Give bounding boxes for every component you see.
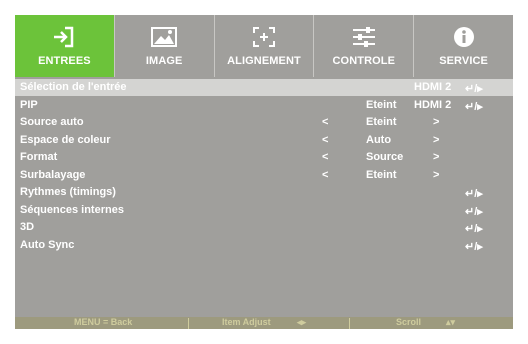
menu-item-value: Eteint [366,168,397,181]
menu-item-source-auto[interactable]: Source auto < Eteint > [15,114,513,131]
input-icon [15,25,114,49]
menu-item-label: Rythmes (timings) [20,186,116,198]
menu-item-value: Eteint [366,98,397,111]
menu-item-3d[interactable]: 3D ↵/▸ [15,219,513,236]
image-icon [115,25,214,49]
tab-alignement[interactable]: ALIGNEMENT [214,15,315,77]
info-icon [414,25,513,49]
tab-image[interactable]: IMAGE [114,15,215,77]
right-arrow-icon[interactable]: > [433,169,439,181]
up-down-arrows-icon: ▴▾ [446,317,456,327]
tab-label: SERVICE [439,55,488,67]
left-right-arrows-icon: ◂▸ [297,317,307,327]
menu-item-label: Espace de coleur [20,133,111,146]
alignment-icon [215,25,314,49]
left-arrow-icon[interactable]: < [322,134,328,146]
menu-item-espace-coleur[interactable]: Espace de coleur < Auto > [15,132,513,149]
tab-service[interactable]: SERVICE [414,15,513,77]
menu-item-label: Surbalayage [20,168,86,181]
menu-item-rythmes[interactable]: Rythmes (timings) ↵/▸ [15,184,513,201]
tab-entrees[interactable]: ENTREES [15,15,115,77]
right-arrow-icon[interactable]: > [433,151,439,163]
enter-arrow-icon[interactable]: ↵/▸ [465,205,483,218]
tab-label: ALIGNEMENT [227,55,301,67]
menu-item-label: 3D [20,221,35,233]
right-arrow-icon[interactable]: > [433,134,439,146]
menu-item-source: HDMI 2 [414,81,452,93]
menu-item-surbalayage[interactable]: Surbalayage < Eteint > [15,167,513,184]
menu-item-label: Auto Sync [20,238,75,251]
menu-item-auto-sync[interactable]: Auto Sync ↵/▸ [15,237,513,254]
menu-item-format[interactable]: Format < Source > [15,149,513,166]
menu-item-selection-entree[interactable]: Sélection de l'entrée HDMI 2 ↵/▸ [15,79,513,96]
enter-arrow-icon[interactable]: ↵/▸ [465,187,483,200]
enter-arrow-icon[interactable]: ↵/▸ [465,100,483,113]
menu-item-value: Source [366,151,404,163]
menu-item-value: Eteint [366,116,397,128]
enter-arrow-icon[interactable]: ↵/▸ [465,222,483,235]
tab-controle[interactable]: CONTROLE [314,15,415,77]
adjust-hint: Item Adjust [222,317,271,327]
menu-list: Sélection de l'entrée HDMI 2 ↵/▸ PIP Ete… [15,79,513,317]
help-footer: MENU = Back Item Adjust ◂▸ Scroll ▴▾ [15,317,513,329]
left-arrow-icon[interactable]: < [322,116,328,128]
menu-item-label: Sélection de l'entrée [20,81,127,93]
menu-item-source: HDMI 2 [414,98,452,111]
left-arrow-icon[interactable]: < [322,169,328,181]
menu-item-label: Séquences internes [20,203,124,216]
back-hint: MENU = Back [74,317,133,327]
footer-divider [349,318,350,329]
menu-item-label: Source auto [20,116,84,128]
tab-label: CONTROLE [332,55,396,67]
left-arrow-icon[interactable]: < [322,151,328,163]
menu-item-sequences-internes[interactable]: Séquences internes ↵/▸ [15,202,513,219]
footer-divider [188,318,189,329]
right-arrow-icon[interactable]: > [433,116,439,128]
scroll-hint: Scroll [396,317,422,327]
sliders-icon [314,25,413,49]
menu-item-value: Auto [366,133,392,146]
tab-label: IMAGE [145,55,183,67]
menu-item-label: Format [20,151,58,163]
enter-arrow-icon[interactable]: ↵/▸ [465,82,483,95]
menu-tabs: ENTREES IMAGE ALIGNEMENT CONTROLE SERVIC… [15,15,513,77]
menu-item-label: PIP [20,98,38,111]
menu-item-pip[interactable]: PIP Eteint HDMI 2 ↵/▸ [15,97,513,114]
tab-label: ENTREES [38,55,91,67]
enter-arrow-icon[interactable]: ↵/▸ [465,240,483,253]
